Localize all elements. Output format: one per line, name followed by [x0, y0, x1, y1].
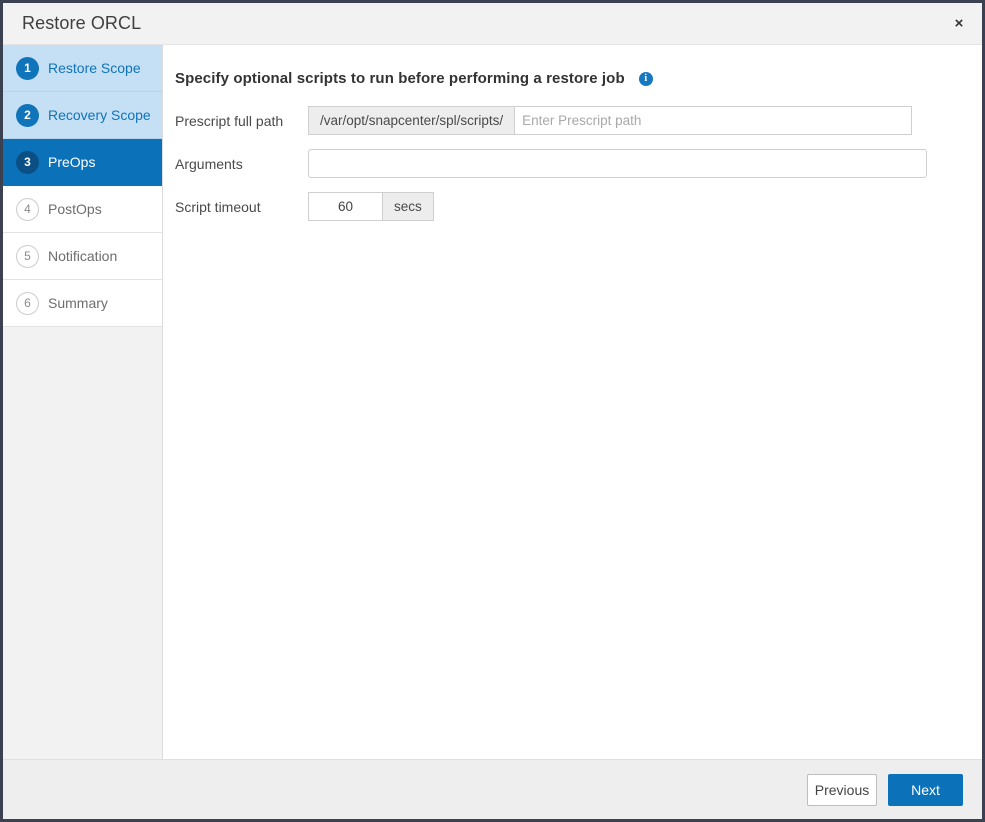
- step-number-badge: 4: [16, 198, 39, 221]
- step-number-badge: 1: [16, 57, 39, 80]
- previous-button[interactable]: Previous: [807, 774, 877, 806]
- prescript-label: Prescript full path: [175, 113, 308, 129]
- sidebar-item-label: PreOps: [48, 154, 95, 170]
- form-row-arguments: Arguments: [175, 149, 982, 178]
- sidebar-filler: [3, 327, 162, 799]
- prescript-input-group: /var/opt/snapcenter/spl/scripts/: [308, 106, 912, 135]
- arguments-label: Arguments: [175, 156, 308, 172]
- sidebar-item-label: PostOps: [48, 201, 102, 217]
- sidebar-item-label: Notification: [48, 248, 117, 264]
- step-number-badge: 6: [16, 292, 39, 315]
- next-button[interactable]: Next: [888, 774, 963, 806]
- sidebar-item-label: Restore Scope: [48, 60, 141, 76]
- sidebar-item-label: Summary: [48, 295, 108, 311]
- script-timeout-input[interactable]: [308, 192, 383, 221]
- sidebar-item-restore-scope[interactable]: 1 Restore Scope: [3, 45, 162, 92]
- step-number-badge: 5: [16, 245, 39, 268]
- dialog-body: 1 Restore Scope 2 Recovery Scope 3 PreOp…: [3, 45, 982, 759]
- sidebar-item-label: Recovery Scope: [48, 107, 151, 123]
- prescript-path-prefix: /var/opt/snapcenter/spl/scripts/: [308, 106, 514, 135]
- section-heading: Specify optional scripts to run before p…: [175, 70, 982, 87]
- page-title: Specify optional scripts to run before p…: [175, 70, 625, 87]
- sidebar-item-postops[interactable]: 4 PostOps: [3, 186, 162, 233]
- sidebar-item-notification[interactable]: 5 Notification: [3, 233, 162, 280]
- script-timeout-label: Script timeout: [175, 199, 308, 215]
- form-row-prescript: Prescript full path /var/opt/snapcenter/…: [175, 106, 982, 135]
- sidebar-item-recovery-scope[interactable]: 2 Recovery Scope: [3, 92, 162, 139]
- wizard-step-sidebar: 1 Restore Scope 2 Recovery Scope 3 PreOp…: [3, 45, 163, 759]
- restore-wizard-dialog: Restore ORCL × 1 Restore Scope 2 Recover…: [0, 0, 985, 822]
- wizard-content-panel: Specify optional scripts to run before p…: [163, 45, 982, 759]
- dialog-title: Restore ORCL: [22, 13, 141, 34]
- script-timeout-input-group: secs: [308, 192, 434, 221]
- sidebar-item-summary[interactable]: 6 Summary: [3, 280, 162, 327]
- sidebar-item-preops[interactable]: 3 PreOps: [3, 139, 162, 186]
- dialog-footer: Previous Next: [3, 759, 982, 819]
- arguments-input[interactable]: [308, 149, 927, 178]
- close-icon[interactable]: ×: [948, 13, 970, 35]
- script-timeout-unit: secs: [383, 192, 434, 221]
- form-row-script-timeout: Script timeout secs: [175, 192, 982, 221]
- step-number-badge: 3: [16, 151, 39, 174]
- prescript-path-input[interactable]: [514, 106, 912, 135]
- step-number-badge: 2: [16, 104, 39, 127]
- info-icon[interactable]: i: [639, 72, 653, 86]
- dialog-titlebar: Restore ORCL ×: [3, 3, 982, 45]
- preops-form: Prescript full path /var/opt/snapcenter/…: [175, 106, 982, 221]
